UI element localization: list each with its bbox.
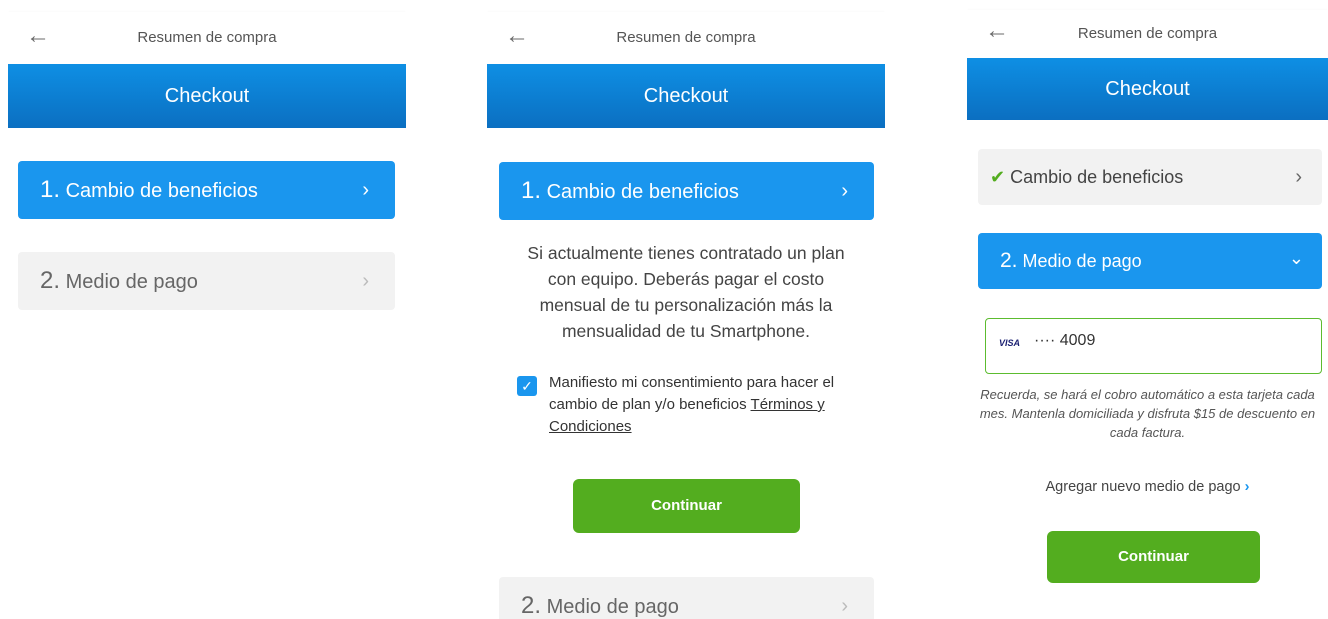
step-1-cambio-de-beneficios[interactable]: 1. Cambio de beneficios › — [499, 162, 874, 220]
step-1-completed[interactable]: ✔ Cambio de beneficios › — [978, 149, 1322, 205]
continue-button[interactable]: Continuar — [573, 479, 800, 533]
top-bar: ← Resumen de compra — [487, 12, 885, 64]
checkout-banner: Checkout — [8, 64, 406, 128]
card-number-mask: ···· 4009 — [1034, 332, 1096, 349]
step-2-number: 2. — [521, 592, 542, 619]
step-2-medio-de-pago[interactable]: 2. Medio de pago › — [499, 577, 874, 619]
add-payment-method-label: Agregar nuevo medio de pago — [1045, 479, 1241, 495]
chevron-down-icon: ⌄ — [1288, 248, 1304, 268]
step-2-medio-de-pago[interactable]: 2. Medio de pago › — [18, 252, 395, 310]
checkout-banner: Checkout — [967, 58, 1328, 120]
chevron-right-icon: › — [1295, 166, 1302, 188]
step-2-label: Medio de pago — [546, 596, 679, 618]
visa-logo: VISA — [999, 338, 1021, 348]
continue-button[interactable]: Continuar — [1047, 531, 1260, 583]
chevron-right-icon: › — [362, 179, 369, 201]
step-2-label: Medio de pago — [65, 271, 198, 293]
page-title: Resumen de compra — [137, 29, 277, 46]
chevron-right-icon: › — [1244, 479, 1250, 495]
step-2-number: 2. — [40, 267, 61, 294]
chevron-right-icon: › — [362, 270, 369, 292]
step-2-number: 2. — [1000, 249, 1018, 272]
checkout-banner: Checkout — [487, 64, 885, 128]
step-1-number: 1. — [40, 176, 61, 203]
screen-step-collapsed: ← Resumen de compra Checkout 1. Cambio d… — [8, 0, 406, 619]
step-1-label: Cambio de beneficios — [65, 180, 258, 202]
autopay-note: Recuerda, se hará el cobro automático a … — [979, 387, 1316, 440]
step-1-label: Cambio de beneficios — [546, 181, 739, 203]
page-title: Resumen de compra — [1077, 25, 1218, 42]
page-title: Resumen de compra — [616, 29, 756, 46]
chevron-right-icon: › — [841, 180, 848, 202]
step-1-cambio-de-beneficios[interactable]: 1. Cambio de beneficios › — [18, 161, 395, 219]
top-bar: ← Resumen de compra — [8, 12, 406, 64]
consent-text: Manifiesto mi consentimiento para hacer … — [549, 372, 877, 438]
chevron-right-icon: › — [841, 595, 848, 617]
plan-info-text: Si actualmente tienes contratado un plan… — [527, 243, 845, 341]
step-1-number: 1. — [521, 177, 542, 204]
add-payment-method-link[interactable]: Agregar nuevo medio de pago › — [967, 479, 1328, 495]
step-2-medio-de-pago[interactable]: 2. Medio de pago ⌄ — [978, 233, 1322, 289]
consent-checkbox[interactable]: ✓ — [517, 376, 537, 396]
check-icon: ✔ — [990, 167, 1006, 187]
screen-payment: ← Resumen de compra Checkout ✔ Cambio de… — [967, 0, 1328, 619]
saved-card[interactable]: VISA ···· 4009 — [985, 318, 1322, 374]
step-1-label: Cambio de beneficios — [1010, 167, 1184, 187]
top-bar: ← Resumen de compra — [967, 10, 1328, 58]
step-2-label: Medio de pago — [1022, 251, 1142, 271]
screen-step-expanded: ← Resumen de compra Checkout 1. Cambio d… — [487, 0, 885, 619]
